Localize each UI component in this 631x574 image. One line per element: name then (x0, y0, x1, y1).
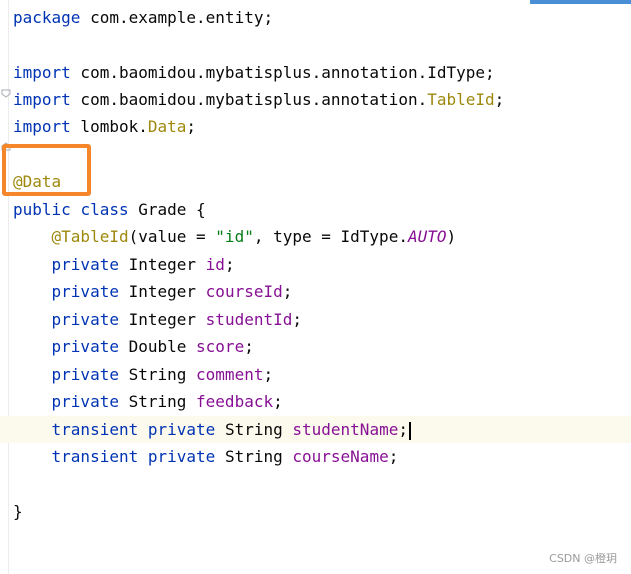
closing-brace: } (13, 502, 23, 521)
field-type: String (215, 420, 293, 439)
field-type: Integer (118, 282, 206, 301)
keyword-transient: transient (51, 447, 139, 466)
keyword-private: private (51, 392, 119, 411)
keyword-private: private (51, 365, 119, 384)
annotation-args: , type = IdType. (253, 227, 408, 246)
keyword-import: import (13, 90, 71, 109)
code-line-15[interactable]: private String feedback; (0, 388, 631, 415)
import-path: lombok. (70, 117, 148, 136)
code-line-5[interactable]: import lombok.Data; (0, 113, 631, 151)
data-annotation: @Data (13, 172, 62, 191)
keyword-private: private (51, 255, 119, 274)
semicolon: ; (282, 282, 293, 301)
import-path: com.baomidou.mybatisplus.annotation.IdTy… (70, 63, 495, 82)
keyword-private: private (51, 310, 119, 329)
field-name: feedback (196, 392, 274, 411)
watermark: CSDN @橙玥 (549, 552, 617, 565)
field-type: String (215, 447, 293, 466)
keyword-private: private (51, 337, 119, 356)
semicolon: ; (494, 90, 505, 109)
semicolon: ; (292, 310, 303, 329)
code-line-1[interactable]: package com.example.entity; (0, 4, 631, 31)
semicolon: ; (388, 447, 399, 466)
code-line-16-current[interactable]: transient private String studentName; (0, 416, 631, 443)
code-line-4[interactable]: import com.baomidou.mybatisplus.annotati… (0, 86, 631, 113)
field-type: Integer (118, 310, 206, 329)
field-name: id (205, 255, 225, 274)
code-line-19[interactable]: } (0, 498, 631, 525)
keyword-import: import (13, 117, 71, 136)
code-line-7[interactable]: @Data (0, 168, 631, 195)
field-type: String (118, 365, 197, 384)
code-editor[interactable]: package com.example.entity; import com.b… (0, 0, 631, 574)
field-name: studentName (292, 420, 399, 439)
keyword-transient: transient (51, 420, 139, 439)
semicolon: ; (224, 255, 235, 274)
tableid-annotation: @TableId (51, 227, 129, 246)
field-name: score (196, 337, 245, 356)
field-type: String (118, 392, 197, 411)
keyword-import: import (13, 63, 71, 82)
semicolon: ; (263, 365, 274, 384)
string-literal: "id" (215, 227, 254, 246)
code-line-9[interactable]: @TableId(value = "id", type = IdType.AUT… (0, 223, 631, 250)
enum-constant: AUTO (407, 227, 447, 246)
keyword-public: public (13, 200, 71, 219)
code-line-14[interactable]: private String comment; (0, 361, 631, 388)
code-line-11[interactable]: private Integer courseId; (0, 278, 631, 305)
keyword-private: private (147, 420, 216, 439)
field-name: courseName (292, 447, 389, 466)
keyword-private: private (51, 282, 119, 301)
code-line-12[interactable]: private Integer studentId; (0, 306, 631, 333)
semicolon: ; (273, 392, 283, 411)
keyword-package: package (13, 8, 81, 27)
field-name: studentId (205, 310, 293, 329)
semicolon: ; (398, 420, 408, 439)
class-name: Grade { (128, 200, 206, 219)
code-line-17[interactable]: transient private String courseName; (0, 443, 631, 470)
semicolon: ; (244, 337, 254, 356)
field-name: courseId (205, 282, 283, 301)
field-type: Double (118, 337, 197, 356)
keyword-class: class (80, 200, 129, 219)
field-name: comment (196, 365, 264, 384)
code-line-8[interactable]: public class Grade { (0, 196, 631, 223)
semicolon: ; (186, 117, 197, 136)
code-line-10[interactable]: private Integer id; (0, 251, 631, 278)
keyword-private: private (147, 447, 216, 466)
field-type: Integer (118, 255, 206, 274)
import-path: com.baomidou.mybatisplus.annotation. (70, 90, 428, 109)
import-class: Data (147, 117, 187, 136)
fold-close-icon[interactable] (1, 122, 11, 151)
code-line-3[interactable]: import com.baomidou.mybatisplus.annotati… (0, 59, 631, 98)
fold-open-icon[interactable] (1, 68, 11, 98)
package-name: com.example.entity; (80, 8, 274, 27)
import-class: TableId (427, 90, 495, 109)
text-caret (408, 421, 411, 440)
code-line-13[interactable]: private Double score; (0, 333, 631, 360)
paren-close: ) (446, 227, 457, 246)
annotation-args: (value = (128, 227, 216, 246)
